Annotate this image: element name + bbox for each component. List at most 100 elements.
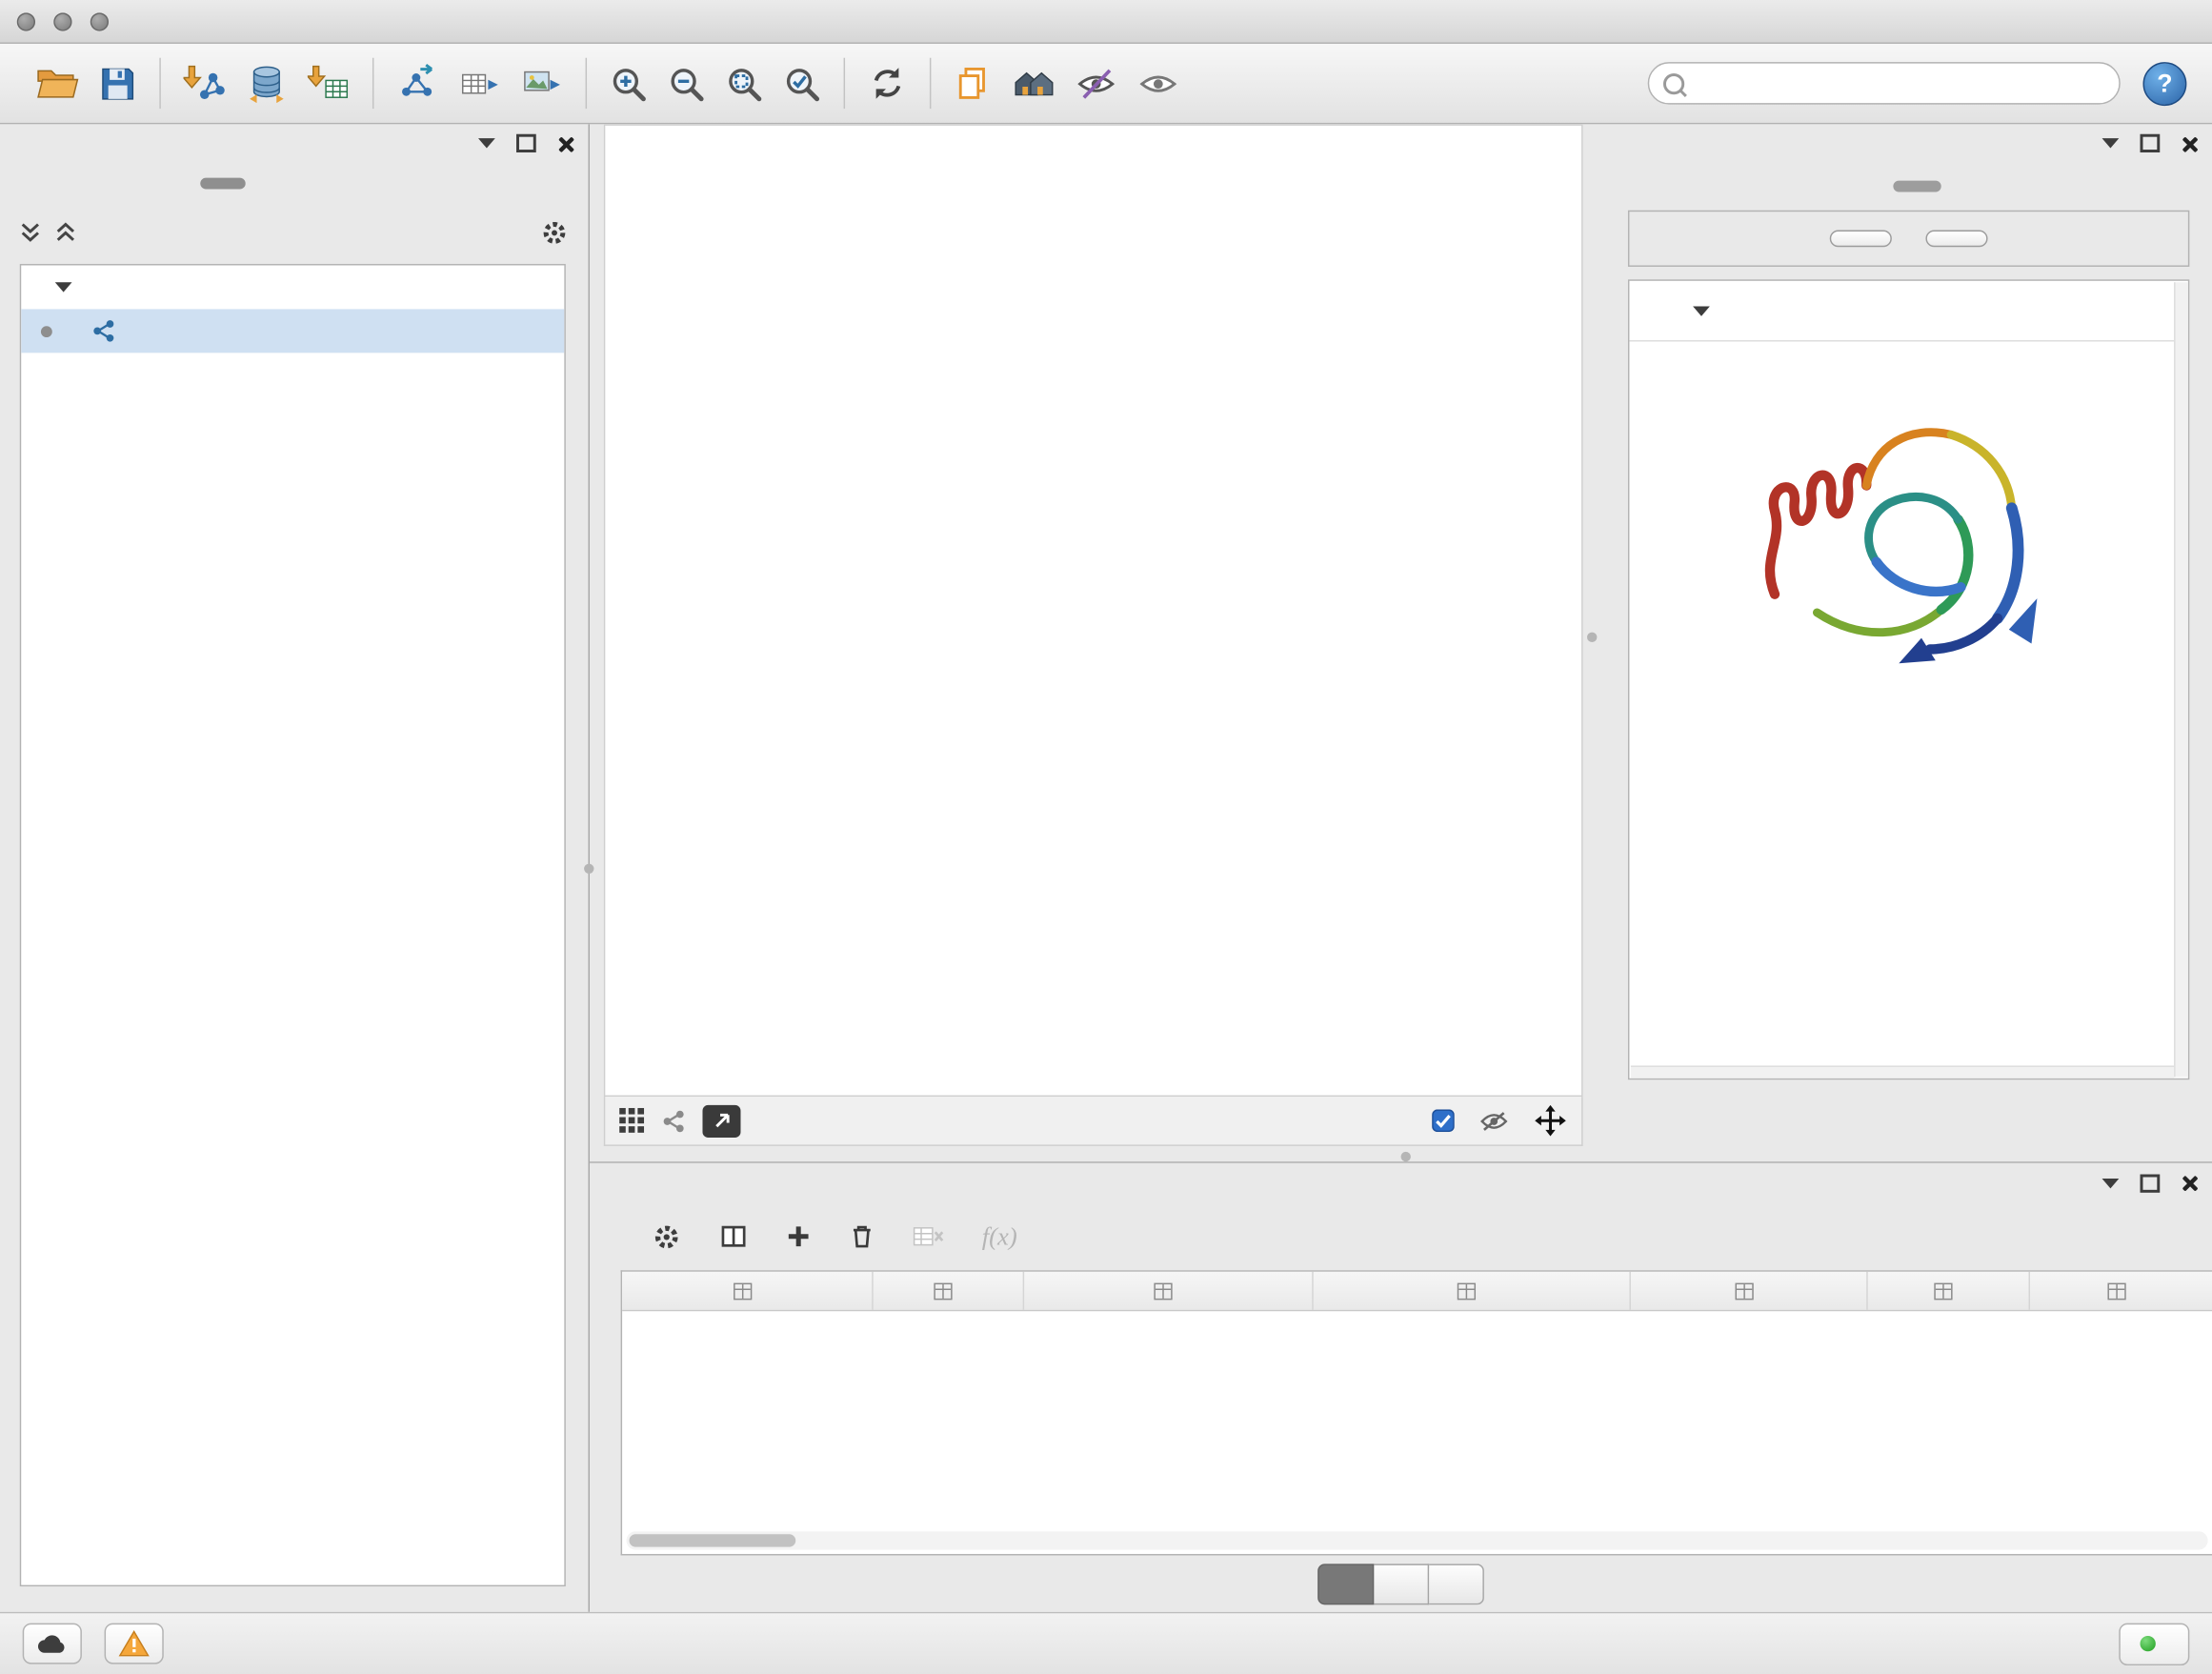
save-session-button[interactable] — [89, 60, 147, 107]
window-minimize-button[interactable] — [53, 12, 71, 30]
gene-card-header[interactable] — [1629, 281, 2187, 342]
show-columns-icon[interactable] — [719, 1223, 748, 1249]
scrollbar-thumb[interactable] — [629, 1534, 795, 1546]
control-panel — [0, 124, 590, 1611]
collapse-section-icon[interactable] — [1693, 306, 1710, 315]
column-type-icon — [733, 1282, 751, 1300]
collapse-panel-icon[interactable] — [2102, 1178, 2120, 1187]
add-column-icon[interactable] — [786, 1223, 812, 1249]
window-close-button[interactable] — [17, 12, 35, 30]
tab-network-table[interactable] — [1429, 1563, 1484, 1604]
zoom-selected-button[interactable] — [774, 60, 832, 107]
network-row-selected[interactable] — [21, 309, 564, 353]
cell-description[interactable] — [1631, 1311, 1868, 1349]
splitter-handle[interactable] — [1401, 1152, 1411, 1161]
help-button[interactable]: ? — [2142, 61, 2186, 105]
column-header[interactable] — [1024, 1272, 1314, 1310]
warnings-button[interactable] — [105, 1624, 164, 1664]
table-tabs — [590, 1556, 2212, 1612]
collapse-all-button[interactable] — [1925, 230, 1987, 247]
table-settings-gear-icon[interactable] — [652, 1221, 681, 1251]
string-network-icon — [91, 319, 115, 343]
tab-edge-table[interactable] — [1374, 1563, 1429, 1604]
column-header[interactable] — [1314, 1272, 1631, 1310]
save-icon — [99, 64, 137, 102]
cell-canonical-name[interactable] — [1024, 1311, 1314, 1349]
home-button[interactable] — [1001, 60, 1065, 107]
horizontal-splitter[interactable] — [590, 1149, 2212, 1161]
float-panel-icon[interactable] — [2141, 1174, 2161, 1192]
search-input[interactable] — [1695, 71, 2105, 96]
hide-selected-button[interactable] — [1065, 60, 1127, 107]
column-type-icon — [1934, 1282, 1952, 1300]
tab-select[interactable] — [295, 178, 340, 190]
results-vertical-scrollbar[interactable] — [2174, 282, 2188, 1077]
export-network-button[interactable] — [387, 59, 449, 107]
expand-all-icon[interactable] — [55, 222, 76, 245]
network-collection-row[interactable] — [21, 266, 564, 310]
column-header[interactable] — [622, 1272, 874, 1310]
selected-checkbox-icon[interactable] — [1432, 1109, 1455, 1132]
delete-column-icon[interactable] — [850, 1223, 875, 1249]
export-table-button[interactable] — [449, 59, 511, 107]
collapse-panel-icon[interactable] — [478, 138, 495, 148]
network-glyph-icon[interactable] — [662, 1109, 686, 1133]
node-table — [621, 1270, 2212, 1555]
panel-splitter-handle[interactable] — [584, 864, 593, 874]
close-panel-icon[interactable] — [2181, 134, 2198, 151]
close-panel-icon[interactable] — [2181, 1175, 2198, 1192]
cell-database-identifier[interactable] — [1314, 1311, 1631, 1349]
collapse-panel-icon[interactable] — [2102, 138, 2120, 148]
tree-expand-icon[interactable] — [55, 282, 72, 292]
column-header[interactable] — [2030, 1272, 2212, 1310]
zoom-selected-icon — [783, 64, 821, 102]
hidden-eye-slash-icon[interactable] — [1479, 1110, 1508, 1131]
zoom-out-button[interactable] — [657, 60, 715, 107]
tab-sets[interactable] — [344, 178, 389, 190]
tab-style[interactable] — [248, 178, 292, 190]
cell-name[interactable] — [874, 1311, 1024, 1349]
control-panel-tabs — [0, 162, 589, 204]
zoom-fit-button[interactable] — [715, 60, 774, 107]
pan-crosshair-icon[interactable] — [1534, 1103, 1568, 1138]
column-header[interactable] — [1631, 1272, 1868, 1310]
expand-all-button[interactable] — [1830, 230, 1892, 247]
show-all-button[interactable] — [1127, 60, 1189, 107]
open-folder-icon — [35, 64, 79, 102]
grid-view-icon[interactable] — [619, 1108, 645, 1134]
window-zoom-button[interactable] — [90, 12, 109, 30]
table-horizontal-scrollbar[interactable] — [627, 1531, 2208, 1549]
close-panel-icon[interactable] — [557, 134, 574, 151]
open-session-button[interactable] — [26, 60, 90, 107]
column-header[interactable] — [874, 1272, 1024, 1310]
vertical-splitter-handle[interactable] — [1587, 633, 1597, 642]
cell-shared-name[interactable] — [622, 1311, 874, 1349]
memory-button[interactable] — [2119, 1623, 2189, 1664]
cloud-status-button[interactable] — [23, 1624, 82, 1664]
open-in-new-window-button[interactable] — [702, 1104, 740, 1137]
external-link-icon — [712, 1111, 732, 1131]
zoom-in-button[interactable] — [599, 60, 657, 107]
cell-id[interactable] — [1868, 1311, 2030, 1349]
import-network-file-button[interactable] — [173, 59, 235, 107]
collapse-all-icon[interactable] — [20, 222, 41, 245]
cell-namespace[interactable] — [2030, 1311, 2212, 1349]
results-horizontal-scrollbar[interactable] — [1631, 1065, 2174, 1078]
import-network-database-button[interactable] — [235, 59, 297, 107]
export-image-button[interactable] — [511, 59, 573, 107]
refresh-button[interactable] — [857, 59, 916, 107]
table-row[interactable] — [622, 1311, 2212, 1349]
results-panel-header — [1622, 124, 2212, 162]
protein-structure-image — [1733, 361, 2085, 714]
tab-node-table[interactable] — [1317, 1563, 1374, 1604]
network-canvas[interactable] — [604, 124, 1583, 1097]
tab-network[interactable] — [200, 178, 245, 190]
duplicate-network-button[interactable] — [944, 60, 1002, 107]
current-network-bullet — [41, 325, 52, 336]
import-table-file-button[interactable] — [297, 59, 359, 107]
tab-string[interactable] — [1893, 181, 1941, 192]
float-panel-icon[interactable] — [2141, 134, 2161, 152]
gear-icon[interactable] — [540, 219, 569, 248]
float-panel-icon[interactable] — [516, 134, 536, 152]
column-header[interactable] — [1868, 1272, 2030, 1310]
